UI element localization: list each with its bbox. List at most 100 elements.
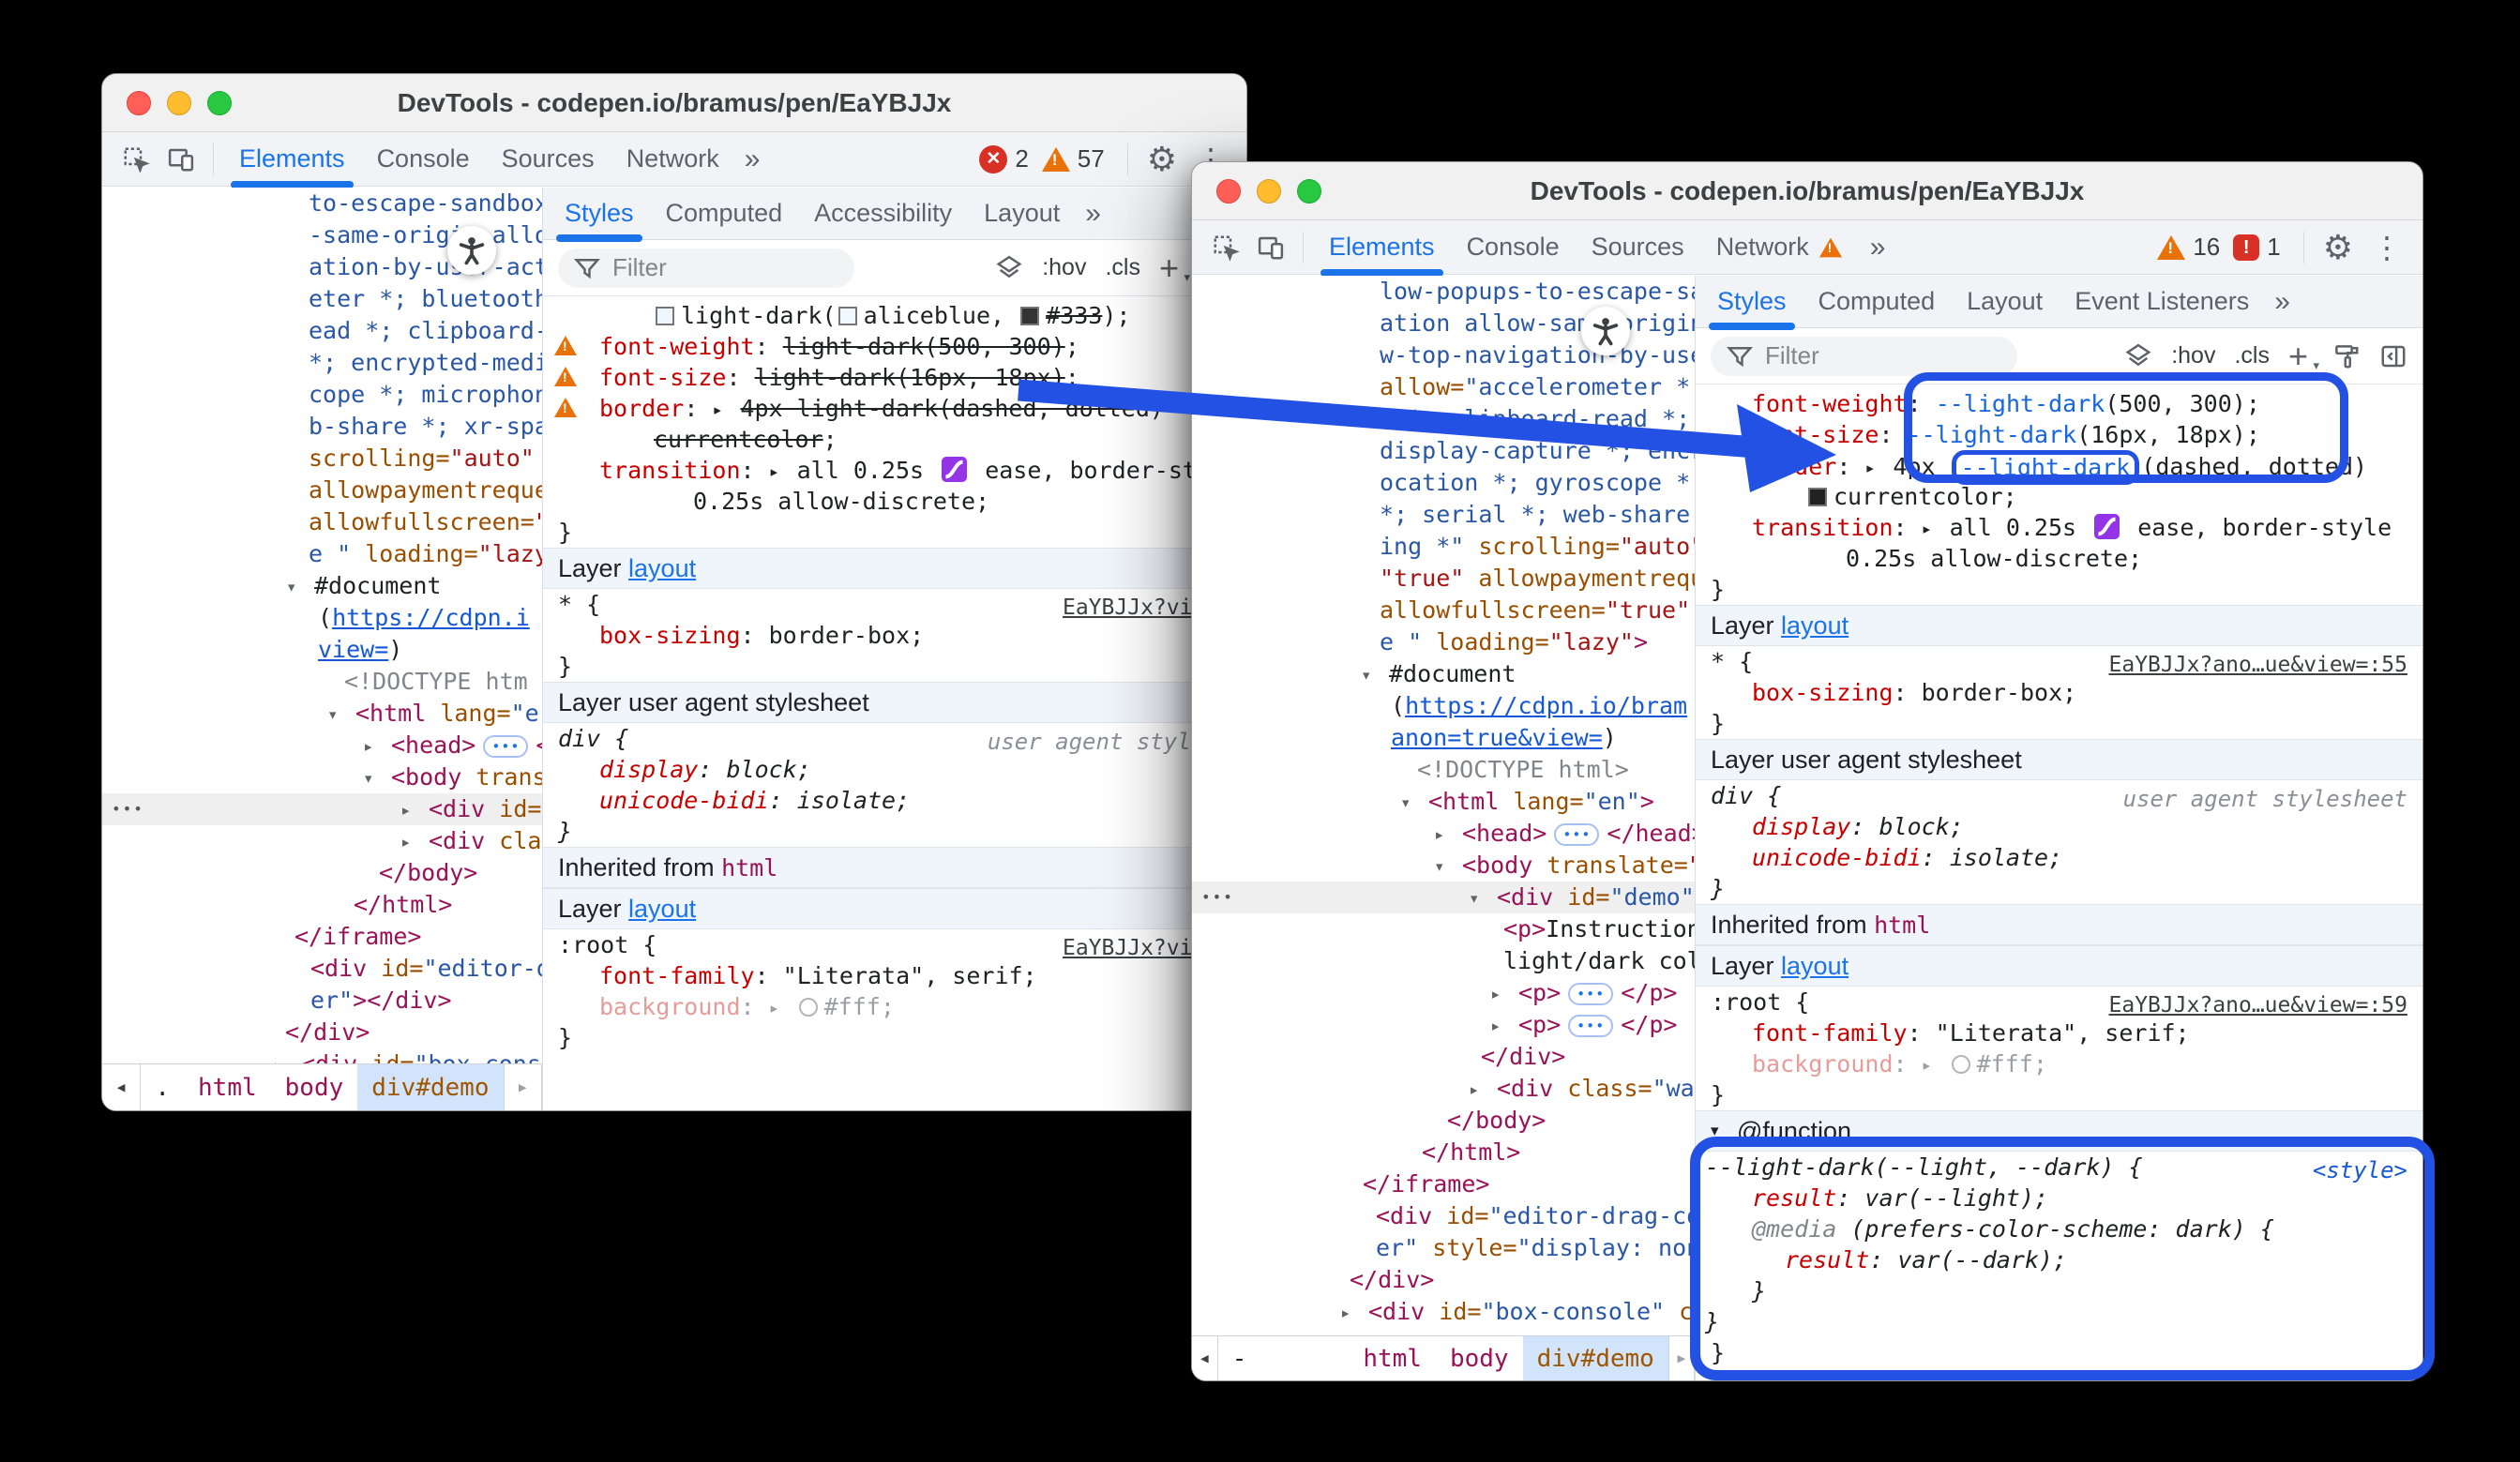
dom-tree-line[interactable]: anon=true&view=) xyxy=(1192,722,1695,754)
color-swatch[interactable] xyxy=(1020,307,1039,325)
tree-caret-icon[interactable]: ▸ xyxy=(769,457,797,488)
dom-tree-line[interactable]: eter *; bluetooth xyxy=(102,283,542,315)
style-declaration-line[interactable]: div {user agent stylesheet xyxy=(1696,780,2422,811)
style-declaration-line[interactable]: div {user agent stylesh xyxy=(543,723,1246,754)
dom-tree-line[interactable]: ▾<div id="demo"> xyxy=(1192,882,1695,913)
dom-tree-line[interactable]: er" style="display: non xyxy=(1192,1232,1695,1264)
warning-count[interactable]: 57 xyxy=(1078,144,1105,173)
tab-computed[interactable]: Computed xyxy=(650,188,799,239)
row-options-icon[interactable] xyxy=(1201,882,1234,913)
tree-caret-icon[interactable]: ▾ xyxy=(1400,787,1428,819)
issues-icon[interactable] xyxy=(2233,234,2259,261)
dom-tree-line[interactable]: ing *" scrolling="auto" xyxy=(1192,531,1695,563)
settings-icon[interactable]: ⚙ xyxy=(2314,228,2362,267)
styles-section-header[interactable]: Layer layout xyxy=(1696,945,2422,987)
dom-tree-line[interactable]: w-top-navigation-by-use xyxy=(1192,339,1695,371)
tree-caret-icon[interactable]: ▾ xyxy=(1469,882,1497,914)
more-panels-icon[interactable]: » xyxy=(735,132,770,186)
style-declaration-line[interactable]: } xyxy=(543,651,1246,682)
filter-input[interactable]: Filter xyxy=(558,249,854,288)
dom-tree-line[interactable]: ▾<html lang="en"> xyxy=(1192,786,1695,818)
tree-caret-icon[interactable]: ▾ xyxy=(1434,851,1462,882)
styles-section-header[interactable]: Layer user agent stylesheet xyxy=(1696,739,2422,780)
tab-sources[interactable]: Sources xyxy=(486,132,611,186)
dom-tree-line[interactable]: </div> xyxy=(1192,1264,1695,1296)
dom-tree-line[interactable]: cope *; microphon xyxy=(102,379,542,411)
dom-tree-line[interactable]: ▾#document xyxy=(1192,658,1695,690)
dom-tree-line[interactable]: view=) xyxy=(102,634,542,666)
device-toolbar-icon[interactable] xyxy=(162,141,200,178)
dom-tree-line[interactable]: ▸<div id=" xyxy=(102,793,542,825)
tree-caret-icon[interactable]: ▸ xyxy=(769,993,797,1024)
style-declaration-line[interactable]: currentcolor; xyxy=(1696,481,2422,512)
dom-tree-line[interactable]: </html> xyxy=(1192,1137,1695,1168)
dom-tree-line[interactable]: <p>Instruction xyxy=(1192,913,1695,945)
close-button[interactable] xyxy=(127,91,151,115)
toggle-class-editor[interactable]: .cls xyxy=(1105,254,1140,281)
bezier-editor-icon[interactable] xyxy=(2094,514,2120,539)
breadcrumb-item[interactable]: div#demo xyxy=(1523,1336,1668,1380)
zoom-button[interactable] xyxy=(1297,179,1321,203)
dom-tree-line[interactable]: <div id="editor-drag-co xyxy=(1192,1200,1695,1232)
dom-tree-line[interactable]: ▸<head></h xyxy=(102,730,542,761)
ellipsis-expand-icon[interactable] xyxy=(1568,1015,1613,1037)
breadcrumb-item[interactable]: html xyxy=(184,1064,271,1110)
dom-tree-line[interactable]: allowfullscreen=" xyxy=(102,506,542,538)
tree-caret-icon[interactable]: ▸ xyxy=(712,395,740,426)
style-declaration-line[interactable]: } xyxy=(1696,708,2422,739)
inspect-element-icon[interactable] xyxy=(1207,229,1245,266)
tree-caret-icon[interactable]: ▸ xyxy=(1490,1010,1518,1042)
bezier-editor-icon[interactable] xyxy=(942,457,967,482)
styles-section-header[interactable]: Inherited from html xyxy=(543,847,1246,888)
tree-caret-icon[interactable]: ▾ xyxy=(286,571,314,603)
tree-caret-icon[interactable]: ▸ xyxy=(400,826,429,858)
dom-tree-line[interactable]: ▾<body trans xyxy=(102,761,542,793)
tree-caret-icon[interactable]: ▸ xyxy=(273,1049,301,1063)
style-declaration-line[interactable]: font-family: "Literata", serif; xyxy=(543,960,1246,991)
style-declaration-line[interactable]: font-size: --light-dark(16px, 18px); xyxy=(1696,419,2422,450)
minimize-button[interactable] xyxy=(1257,179,1281,203)
style-declaration-line[interactable]: border: ▸4px --light-dark(dashed, dotted… xyxy=(1696,450,2422,481)
tree-caret-icon[interactable]: ▾ xyxy=(363,762,391,794)
element-states-icon[interactable] xyxy=(2124,342,2152,370)
breadcrumb-scroll-left-icon[interactable]: ◂ xyxy=(1192,1336,1218,1380)
style-declaration-line[interactable]: * {EaYBJJx?ano…ue&view=:55 xyxy=(1696,646,2422,677)
toggle-class-editor[interactable]: .cls xyxy=(2234,342,2270,369)
style-declaration-line[interactable]: transition: ▸all 0.25s ease, border-styl… xyxy=(1696,512,2422,543)
style-declaration-line[interactable]: light-dark(aliceblue, #333); xyxy=(543,300,1246,331)
zoom-button[interactable] xyxy=(207,91,232,115)
device-toolbar-icon[interactable] xyxy=(1252,229,1290,266)
tree-caret-icon[interactable]: ▸ xyxy=(1469,1074,1497,1106)
style-declaration-line[interactable]: } xyxy=(543,517,1246,548)
new-style-rule-icon[interactable]: + xyxy=(2288,337,2308,376)
style-declaration-line[interactable]: } xyxy=(1696,1337,2422,1368)
style-declaration-line[interactable]: font-weight: light-dark(500, 300); xyxy=(543,331,1246,362)
tree-caret-icon[interactable]: ▾ xyxy=(1711,1122,1737,1140)
filter-input[interactable]: Filter xyxy=(1711,337,2017,376)
dom-tree-line[interactable]: </iframe> xyxy=(102,921,542,953)
dom-tree-line[interactable]: *; serial *; web-share xyxy=(1192,499,1695,531)
style-declaration-line[interactable]: background: ▸#fff; xyxy=(1696,1048,2422,1079)
dom-tree-line[interactable]: ocation *; gyroscope *; xyxy=(1192,467,1695,499)
element-states-icon[interactable] xyxy=(995,254,1023,282)
tab-elements[interactable]: Elements xyxy=(223,132,361,186)
more-tabs-icon[interactable]: » xyxy=(1076,188,1110,239)
style-declaration-line[interactable]: unicode-bidi: isolate; xyxy=(1696,842,2422,873)
styles-section-header[interactable]: Inherited from html xyxy=(1696,904,2422,945)
dom-tree-line[interactable]: ation-by-user-act xyxy=(102,251,542,283)
minimize-button[interactable] xyxy=(167,91,191,115)
ellipsis-expand-icon[interactable] xyxy=(1568,983,1613,1005)
style-declaration-line[interactable]: result: var(--dark); xyxy=(1696,1244,2422,1275)
style-declaration-line[interactable]: :root {EaYBJJx?ano…ue&view=:59 xyxy=(1696,987,2422,1017)
style-declaration-line[interactable]: } xyxy=(1696,873,2422,904)
dom-tree-line[interactable]: (https://cdpn.io/bram xyxy=(1192,690,1695,722)
tree-caret-icon[interactable]: ▸ xyxy=(363,731,391,762)
styles-section-header[interactable]: Layer layout xyxy=(543,888,1246,929)
close-button[interactable] xyxy=(1216,179,1241,203)
toggle-hover-state[interactable]: :hov xyxy=(1042,254,1086,281)
warning-count[interactable]: 16 xyxy=(2193,233,2220,262)
style-declaration-line[interactable]: :root {EaYBJJx?view= xyxy=(543,929,1246,960)
tree-caret-icon[interactable]: ▸ xyxy=(1490,978,1518,1010)
style-declaration-line[interactable]: } xyxy=(1696,574,2422,605)
row-options-icon[interactable] xyxy=(112,793,144,825)
